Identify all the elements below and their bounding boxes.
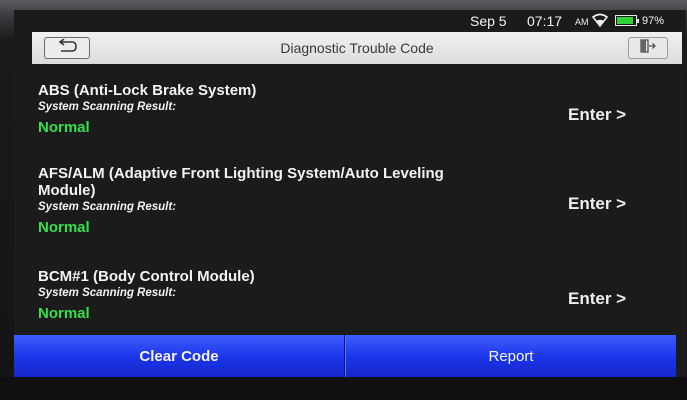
clear-code-button[interactable]: Clear Code <box>14 335 345 377</box>
battery-percent: 97% <box>642 15 665 27</box>
report-button[interactable]: Report <box>345 335 676 377</box>
system-item-afs-alm: AFS/ALM (Adaptive Front Lighting System/… <box>38 165 678 236</box>
bottom-action-bar: Clear Code Report <box>14 335 676 377</box>
wifi-icon <box>591 13 609 28</box>
system-item-bcm1: BCM#1 (Body Control Module) System Scann… <box>38 268 678 322</box>
status-ampm: AM <box>575 17 589 27</box>
enter-button-bcm1[interactable]: Enter > <box>568 289 626 309</box>
system-item-abs: ABS (Anti-Lock Brake System) System Scan… <box>38 82 678 136</box>
title-bar: Diagnostic Trouble Code <box>32 32 682 64</box>
enter-button-afs-alm[interactable]: Enter > <box>568 194 626 214</box>
status-bar: Sep 5 07:17 AM 97% <box>14 10 686 32</box>
system-name: ABS (Anti-Lock Brake System) <box>38 82 257 99</box>
system-name: AFS/ALM (Adaptive Front Lighting System/… <box>38 165 444 199</box>
status-time: 07:17 <box>527 13 563 29</box>
scan-result-value: Normal <box>38 219 90 236</box>
page-title: Diagnostic Trouble Code <box>280 40 434 56</box>
battery-icon <box>615 15 639 26</box>
status-date: Sep 5 <box>470 13 507 29</box>
exit-button[interactable] <box>628 37 668 59</box>
system-name: BCM#1 (Body Control Module) <box>38 268 255 285</box>
device-bottom-edge <box>0 377 687 400</box>
enter-button-abs[interactable]: Enter > <box>568 105 626 125</box>
exit-icon <box>640 38 656 58</box>
